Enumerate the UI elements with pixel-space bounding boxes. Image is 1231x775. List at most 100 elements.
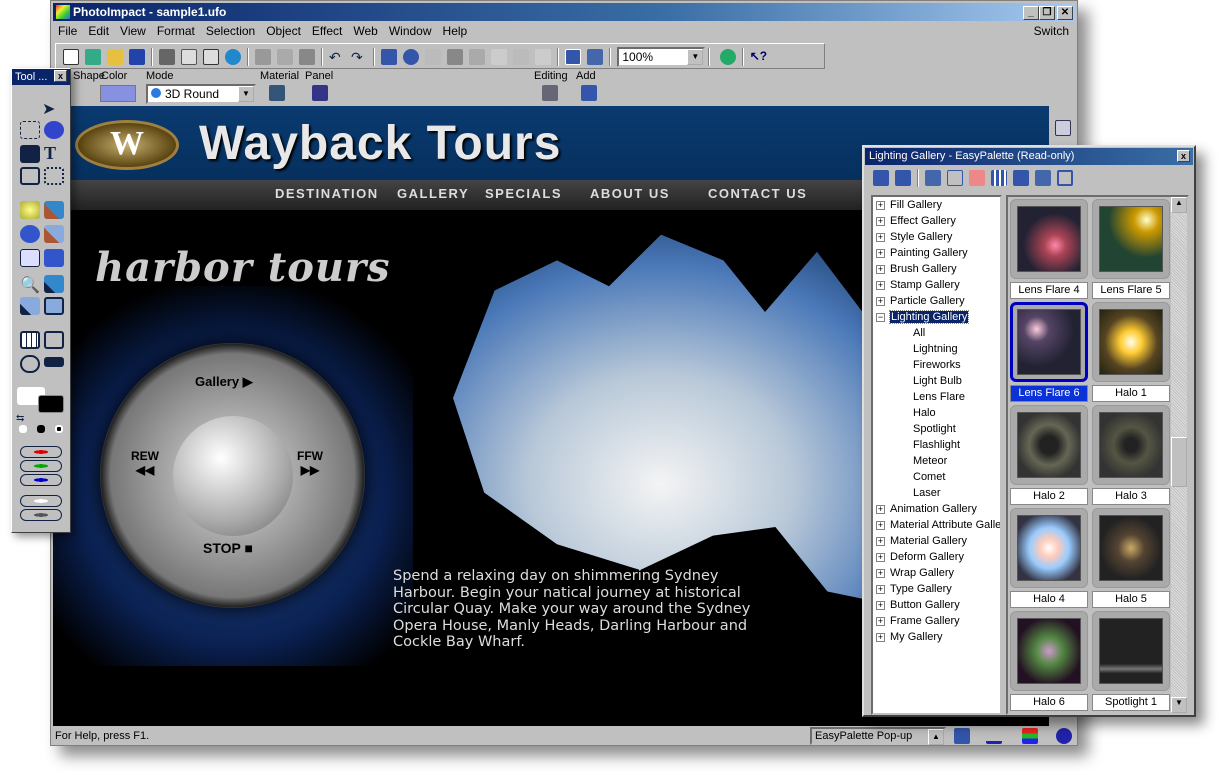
browser-icon[interactable] <box>225 49 241 65</box>
tree-subitem[interactable]: Lightning <box>873 341 1000 357</box>
menu-help[interactable]: Help <box>443 24 468 38</box>
tree-subitem[interactable]: Flashlight <box>873 437 1000 453</box>
scroll-down-button[interactable]: ▼ <box>1171 697 1187 713</box>
open-icon[interactable] <box>107 49 123 65</box>
tree-item[interactable]: + My Gallery <box>873 629 1000 645</box>
tree-item[interactable]: + Animation Gallery <box>873 501 1000 517</box>
save-icon[interactable] <box>129 49 145 65</box>
properties-icon[interactable] <box>1013 170 1029 186</box>
gallery-thumbnail[interactable]: Halo 3 <box>1092 405 1170 505</box>
ffw-control[interactable]: FFW ▶▶ <box>297 449 323 477</box>
expand-icon[interactable]: + <box>876 296 885 306</box>
color-swatch[interactable] <box>100 85 136 102</box>
white-preset-icon[interactable] <box>19 425 27 433</box>
expand-icon[interactable]: + <box>876 616 885 626</box>
level-icon[interactable] <box>447 49 463 65</box>
gallery-thumbnail[interactable]: Halo 2 <box>1010 405 1088 505</box>
zoom-tool-icon[interactable]: 🔍 <box>20 275 40 294</box>
eyedropper-tool-icon[interactable] <box>44 275 64 293</box>
default-colors-icon[interactable] <box>55 425 63 433</box>
tree-subitem[interactable]: Light Bulb <box>873 373 1000 389</box>
tree-view-icon[interactable] <box>947 170 963 186</box>
redo-icon[interactable]: ↷ <box>351 49 367 65</box>
paint-tool-icon[interactable] <box>44 201 64 219</box>
tree-item[interactable]: + Deform Gallery <box>873 549 1000 565</box>
tree-item[interactable]: + Type Gallery <box>873 581 1000 597</box>
panel-icon[interactable] <box>312 85 328 101</box>
tree-item[interactable]: + Wrap Gallery <box>873 565 1000 581</box>
menu-view[interactable]: View <box>120 24 146 38</box>
expand-icon[interactable]: + <box>876 600 885 610</box>
duplicate-icon[interactable] <box>1057 170 1073 186</box>
cut-icon[interactable] <box>255 49 271 65</box>
tree-item[interactable]: + Frame Gallery <box>873 613 1000 629</box>
expand-icon[interactable]: + <box>876 632 885 642</box>
nav-about-us[interactable]: ABOUT US <box>590 186 670 201</box>
menu-format[interactable]: Format <box>157 24 195 38</box>
image-map-tool-icon[interactable] <box>44 297 64 315</box>
tree-item[interactable]: + Stamp Gallery <box>873 277 1000 293</box>
gallery-thumbnail[interactable]: Spotlight 1 <box>1092 611 1170 711</box>
tree-subitem[interactable]: Fireworks <box>873 357 1000 373</box>
status-gallery-icon[interactable] <box>954 728 970 744</box>
tree-item[interactable]: + Button Gallery <box>873 597 1000 613</box>
gallery-control[interactable]: Gallery ▶ <box>195 374 253 390</box>
gallery-thumbnail[interactable]: Halo 5 <box>1092 508 1170 608</box>
layers-icon[interactable] <box>381 49 397 65</box>
info-icon[interactable] <box>1056 728 1072 744</box>
histogram-icon[interactable] <box>535 49 551 65</box>
nav-contact-us[interactable]: CONTACT US <box>708 186 807 201</box>
apply-icon[interactable] <box>969 170 985 186</box>
expand-icon[interactable]: + <box>876 280 885 290</box>
color-bars-icon[interactable] <box>1022 728 1038 744</box>
print-preview-icon[interactable] <box>181 49 197 65</box>
edit-gallery-icon[interactable] <box>925 170 941 186</box>
tree-subitem[interactable]: Comet <box>873 469 1000 485</box>
menu-file[interactable]: File <box>58 24 77 38</box>
frame-icon[interactable] <box>44 331 64 349</box>
selection-tool-icon[interactable] <box>20 121 40 139</box>
menu-window[interactable]: Window <box>389 24 432 38</box>
nav-destination[interactable]: DESTINATION <box>275 186 379 201</box>
easypalette-popup-combo[interactable]: EasyPalette Pop-up ▲ <box>810 727 946 746</box>
tree-item[interactable]: + Painting Gallery <box>873 245 1000 261</box>
tree-item[interactable]: + Brush Gallery <box>873 261 1000 277</box>
gallery-thumbnail[interactable]: Lens Flare 6 <box>1010 302 1088 402</box>
new-icon[interactable] <box>63 49 79 65</box>
material-icon[interactable] <box>269 85 285 101</box>
menu-switch[interactable]: Switch <box>1034 22 1069 41</box>
tree-item[interactable]: + Material Attribute Gallery <box>873 517 1000 533</box>
copy-icon[interactable] <box>277 49 293 65</box>
tree-subitem[interactable]: Laser <box>873 485 1000 501</box>
ruler-tool-icon[interactable] <box>44 357 64 367</box>
expand-icon[interactable]: + <box>876 232 885 242</box>
preview-icon[interactable] <box>203 49 219 65</box>
add-icon[interactable] <box>581 85 597 101</box>
foreground-color-swatch[interactable] <box>38 395 64 413</box>
zoom-combo[interactable]: 100% ▼ <box>617 47 706 67</box>
tree-subitem[interactable]: Spotlight <box>873 421 1000 437</box>
clone-tool-icon[interactable] <box>20 225 40 243</box>
easypalette-icon[interactable] <box>565 49 581 65</box>
undo-icon[interactable]: ↶ <box>329 49 345 65</box>
tree-subitem[interactable]: Meteor <box>873 453 1000 469</box>
eraser-tool-icon[interactable] <box>20 249 40 267</box>
brightness-icon[interactable] <box>491 49 507 65</box>
rew-control[interactable]: REW ◀◀ <box>131 449 159 477</box>
gallery-thumbnail[interactable]: Halo 4 <box>1010 508 1088 608</box>
scroll-up-button[interactable]: ▲ <box>1171 197 1187 213</box>
expand-icon[interactable]: + <box>876 520 885 530</box>
tree-item[interactable]: − Lighting Gallery <box>873 309 1000 325</box>
gallery-thumbnail[interactable]: Halo 6 <box>1010 611 1088 711</box>
curve-icon[interactable] <box>513 49 529 65</box>
palette-close-button[interactable]: x <box>1177 150 1190 162</box>
paste-icon[interactable] <box>299 49 315 65</box>
expand-icon[interactable]: + <box>876 216 885 226</box>
editing-icon[interactable] <box>542 85 558 101</box>
edit-icon[interactable] <box>1035 170 1051 186</box>
expand-icon[interactable]: + <box>876 264 885 274</box>
black-preset-icon[interactable] <box>37 425 45 433</box>
tree-subitem[interactable]: Halo <box>873 405 1000 421</box>
tree-subitem[interactable]: All <box>873 325 1000 341</box>
expand-icon[interactable]: + <box>876 584 885 594</box>
